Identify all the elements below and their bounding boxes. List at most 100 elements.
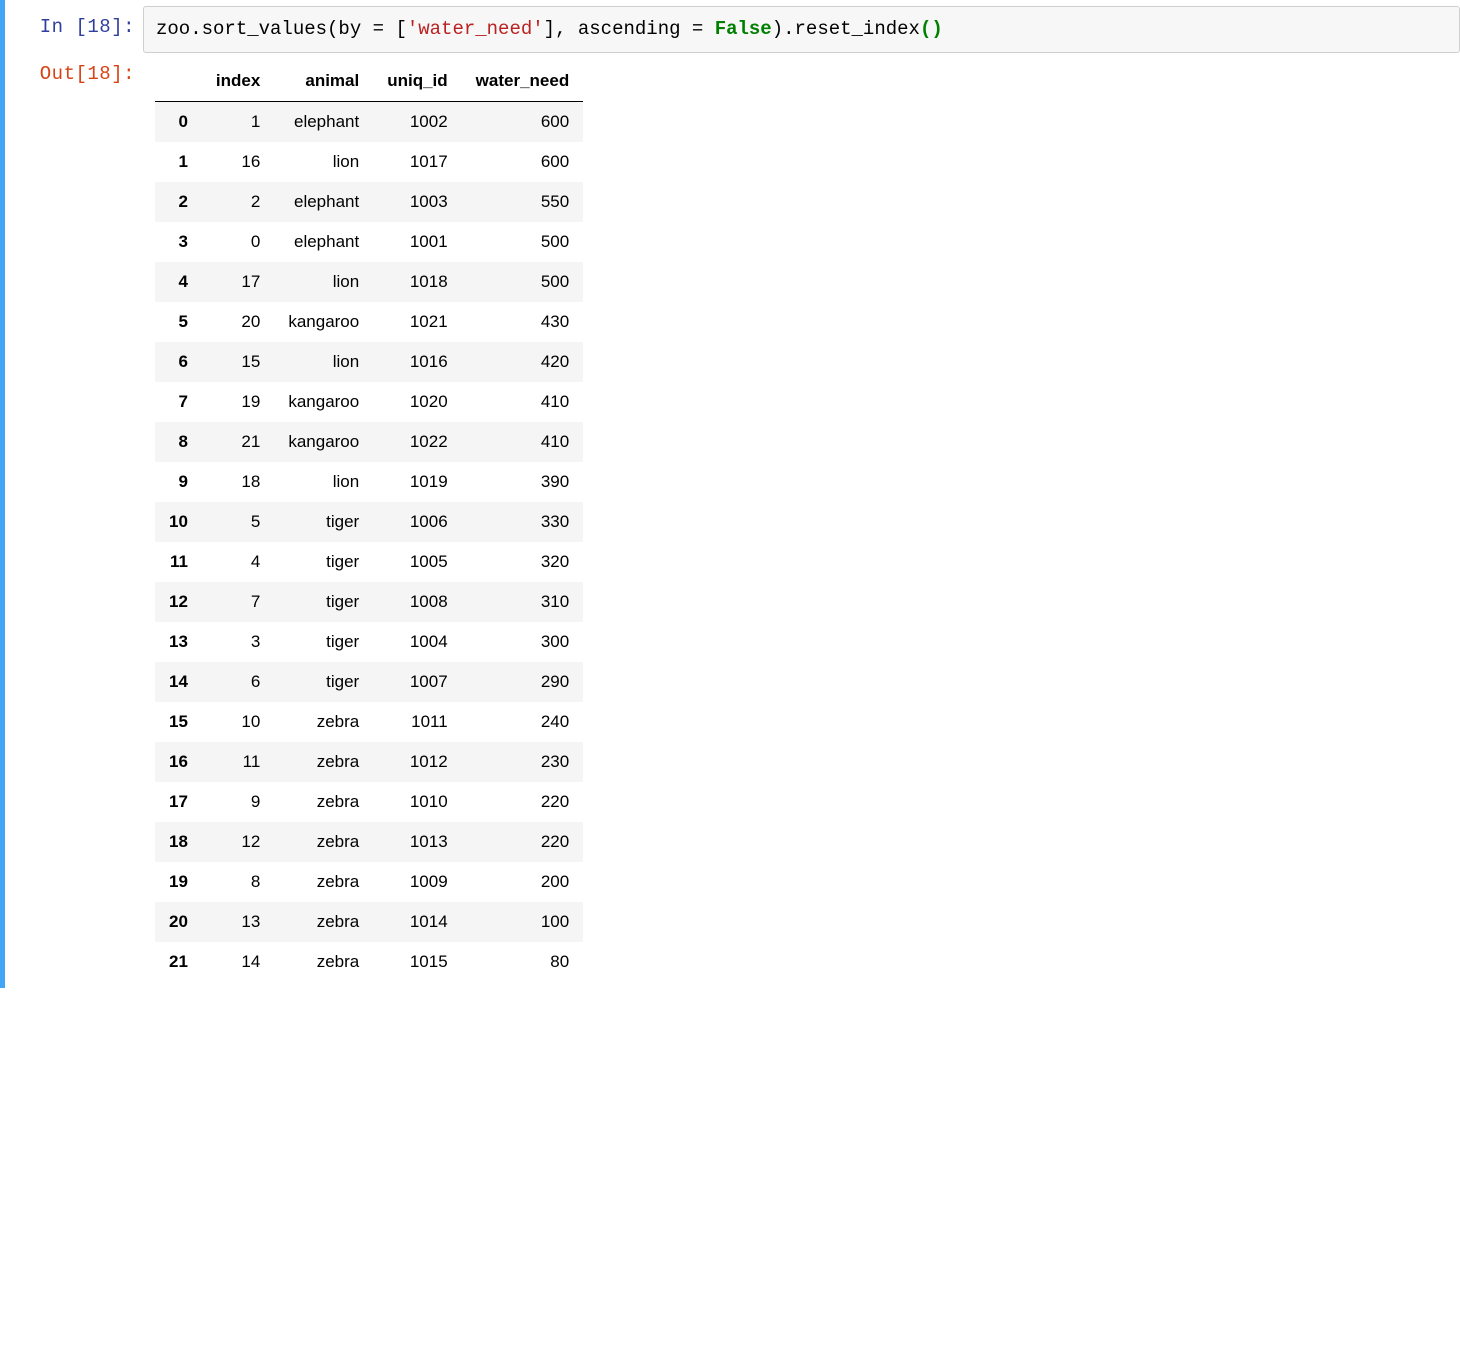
table-cell: 320 xyxy=(462,542,584,582)
table-cell: 300 xyxy=(462,622,584,662)
table-row: 198zebra1009200 xyxy=(155,862,583,902)
table-cell: elephant xyxy=(274,182,373,222)
table-cell: 13 xyxy=(202,902,274,942)
table-cell: 290 xyxy=(462,662,584,702)
table-row: 1611zebra1012230 xyxy=(155,742,583,782)
row-index: 3 xyxy=(155,222,202,262)
row-index: 9 xyxy=(155,462,202,502)
table-cell: 240 xyxy=(462,702,584,742)
table-cell: 15 xyxy=(202,342,274,382)
row-index: 11 xyxy=(155,542,202,582)
table-cell: 18 xyxy=(202,462,274,502)
row-index: 19 xyxy=(155,862,202,902)
row-index: 0 xyxy=(155,101,202,142)
notebook-cell: In [18]: zoo.sort_values(by = ['water_ne… xyxy=(0,0,1460,988)
row-index: 15 xyxy=(155,702,202,742)
table-cell: 4 xyxy=(202,542,274,582)
code-token-keyword: False xyxy=(715,18,772,40)
output-prompt: Out[18]: xyxy=(5,53,143,89)
table-cell: 1002 xyxy=(373,101,461,142)
table-cell: 430 xyxy=(462,302,584,342)
table-cell: zebra xyxy=(274,942,373,982)
row-index: 6 xyxy=(155,342,202,382)
col-header: animal xyxy=(274,61,373,102)
dataframe-table: index animal uniq_id water_need 01elepha… xyxy=(155,61,583,982)
table-row: 133tiger1004300 xyxy=(155,622,583,662)
table-cell: 9 xyxy=(202,782,274,822)
table-cell: 14 xyxy=(202,942,274,982)
code-input[interactable]: zoo.sort_values(by = ['water_need'], asc… xyxy=(143,6,1460,53)
table-cell: tiger xyxy=(274,542,373,582)
table-cell: 12 xyxy=(202,822,274,862)
table-cell: 420 xyxy=(462,342,584,382)
table-body: 01elephant1002600116lion101760022elephan… xyxy=(155,101,583,982)
table-cell: zebra xyxy=(274,742,373,782)
table-row: 719kangaroo1020410 xyxy=(155,382,583,422)
table-cell: lion xyxy=(274,262,373,302)
table-cell: 1015 xyxy=(373,942,461,982)
table-cell: 220 xyxy=(462,822,584,862)
table-cell: zebra xyxy=(274,782,373,822)
table-cell: 80 xyxy=(462,942,584,982)
table-cell: 220 xyxy=(462,782,584,822)
table-cell: lion xyxy=(274,462,373,502)
table-cell: 0 xyxy=(202,222,274,262)
table-header: index animal uniq_id water_need xyxy=(155,61,583,102)
table-cell: 6 xyxy=(202,662,274,702)
code-token: ).reset_index xyxy=(772,18,920,40)
table-cell: 200 xyxy=(462,862,584,902)
table-cell: tiger xyxy=(274,582,373,622)
col-header: index xyxy=(202,61,274,102)
row-index: 10 xyxy=(155,502,202,542)
col-header: uniq_id xyxy=(373,61,461,102)
row-index: 20 xyxy=(155,902,202,942)
table-cell: 1005 xyxy=(373,542,461,582)
table-cell: 1017 xyxy=(373,142,461,182)
table-cell: zebra xyxy=(274,702,373,742)
table-row: 2114zebra101580 xyxy=(155,942,583,982)
table-cell: 1022 xyxy=(373,422,461,462)
code-token: zoo.sort_values(by = [ xyxy=(156,18,407,40)
table-cell: 600 xyxy=(462,101,584,142)
table-row: 179zebra1010220 xyxy=(155,782,583,822)
output-area: index animal uniq_id water_need 01elepha… xyxy=(143,53,1460,982)
table-cell: 1 xyxy=(202,101,274,142)
table-row: 1812zebra1013220 xyxy=(155,822,583,862)
table-row: 114tiger1005320 xyxy=(155,542,583,582)
table-cell: 10 xyxy=(202,702,274,742)
table-row: 417lion1018500 xyxy=(155,262,583,302)
table-row: 918lion1019390 xyxy=(155,462,583,502)
table-cell: 600 xyxy=(462,142,584,182)
table-cell: 390 xyxy=(462,462,584,502)
code-token-paren: ( xyxy=(920,18,931,40)
row-index: 2 xyxy=(155,182,202,222)
table-cell: 8 xyxy=(202,862,274,902)
table-row: 116lion1017600 xyxy=(155,142,583,182)
table-cell: 1013 xyxy=(373,822,461,862)
row-index: 21 xyxy=(155,942,202,982)
table-cell: 1011 xyxy=(373,702,461,742)
row-index: 17 xyxy=(155,782,202,822)
table-cell: 1018 xyxy=(373,262,461,302)
table-cell: 17 xyxy=(202,262,274,302)
table-corner xyxy=(155,61,202,102)
table-row: 105tiger1006330 xyxy=(155,502,583,542)
table-row: 22elephant1003550 xyxy=(155,182,583,222)
row-index: 1 xyxy=(155,142,202,182)
table-cell: 1012 xyxy=(373,742,461,782)
input-row: In [18]: zoo.sort_values(by = ['water_ne… xyxy=(5,6,1460,53)
table-cell: 21 xyxy=(202,422,274,462)
table-cell: 1008 xyxy=(373,582,461,622)
table-cell: 410 xyxy=(462,382,584,422)
table-cell: 1006 xyxy=(373,502,461,542)
table-cell: 20 xyxy=(202,302,274,342)
table-row: 821kangaroo1022410 xyxy=(155,422,583,462)
code-token: ], ascending = xyxy=(544,18,715,40)
table-row: 30elephant1001500 xyxy=(155,222,583,262)
table-row: 520kangaroo1021430 xyxy=(155,302,583,342)
table-cell: zebra xyxy=(274,822,373,862)
table-cell: 310 xyxy=(462,582,584,622)
table-cell: 330 xyxy=(462,502,584,542)
table-cell: lion xyxy=(274,142,373,182)
table-cell: 3 xyxy=(202,622,274,662)
